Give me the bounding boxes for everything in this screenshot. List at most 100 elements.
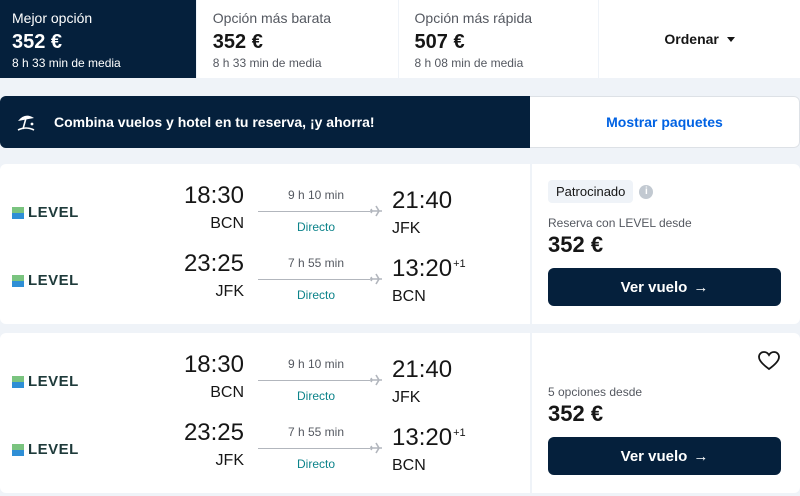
leg-stops: Directo: [296, 457, 335, 471]
tab-best[interactable]: Mejor opción 352 € 8 h 33 min de media: [0, 0, 196, 78]
banner-message: Combina vuelos y hotel en tu reserva, ¡y…: [0, 96, 530, 148]
arrival-airport: BCN: [392, 457, 426, 474]
arrow-right-icon: →: [693, 447, 709, 465]
tab-cheapest[interactable]: Opción más barata 352 € 8 h 33 min de me…: [196, 0, 398, 78]
sponsored-badge: Patrocinado i: [548, 180, 654, 203]
return-leg: LEVEL 23:25 JFK 7 h 55 min Directo 13:20…: [0, 250, 530, 310]
next-day-indicator: +1: [453, 427, 466, 439]
level-logo-icon: [12, 375, 24, 388]
airline: LEVEL: [12, 272, 79, 289]
tab-cheapest-duration: 8 h 33 min de media: [212, 56, 322, 70]
show-packages-link[interactable]: Mostrar paquetes: [606, 114, 723, 130]
tab-fastest-price: 507 €: [414, 31, 465, 53]
departure: 18:30 BCN: [170, 351, 244, 403]
airline: LEVEL: [12, 204, 79, 221]
tab-fastest-duration: 8 h 08 min de media: [414, 56, 524, 70]
departure-time: 18:30: [183, 182, 244, 209]
return-leg: LEVEL 23:25 JFK 7 h 55 min Directo 13:20…: [0, 419, 530, 479]
price-panel: 5 opciones desde 352 € Ver vuelo →: [532, 333, 800, 493]
route-line: [258, 279, 370, 280]
itinerary[interactable]: LEVEL 18:30 BCN 9 h 10 min Directo 21:40…: [0, 164, 530, 324]
departure-time: 23:25: [183, 250, 244, 277]
airline-name: LEVEL: [28, 373, 79, 390]
view-flight-label: Ver vuelo: [620, 447, 688, 465]
price-caption: 5 opciones desde: [548, 385, 643, 399]
departure-airport: JFK: [215, 452, 244, 469]
route-line: [258, 211, 370, 212]
tab-cheapest-price: 352 €: [212, 31, 263, 53]
view-flight-label: Ver vuelo: [620, 278, 688, 296]
arrival: 13:20+1 BCN: [392, 250, 482, 307]
beach-umbrella-icon: [14, 110, 38, 134]
departure-airport: BCN: [210, 384, 244, 401]
tab-best-duration: 8 h 33 min de media: [12, 56, 121, 70]
arrival-time: 21:40: [392, 187, 453, 214]
price-panel: Patrocinado i Reserva con LEVEL desde 35…: [532, 164, 800, 324]
plane-icon: [370, 272, 382, 285]
result-card[interactable]: LEVEL 18:30 BCN 9 h 10 min Directo 21:40…: [0, 333, 800, 493]
leg-route: 9 h 10 min Directo: [258, 351, 382, 411]
plane-icon: [370, 204, 382, 217]
sponsored-label: Patrocinado: [548, 180, 634, 203]
plane-icon: [370, 373, 382, 386]
tab-fastest-label: Opción más rápida: [414, 10, 533, 26]
caret-down-icon: [726, 36, 735, 42]
leg-route: 7 h 55 min Directo: [258, 419, 382, 479]
route-line: [258, 448, 370, 449]
arrival: 21:40 JFK: [392, 182, 482, 239]
route-line: [258, 380, 370, 381]
price: 352 €: [548, 401, 604, 426]
tab-best-label: Mejor opción: [12, 10, 93, 26]
departure: 18:30 BCN: [170, 182, 244, 234]
tab-fastest[interactable]: Opción más rápida 507 € 8 h 08 min de me…: [398, 0, 599, 78]
info-icon[interactable]: i: [639, 184, 654, 199]
arrival: 13:20+1 BCN: [392, 419, 482, 476]
tab-best-price: 352 €: [12, 31, 63, 53]
airline: LEVEL: [12, 441, 79, 458]
level-logo-icon: [12, 274, 24, 287]
tab-cheapest-label: Opción más barata: [212, 10, 332, 26]
plane-icon: [370, 441, 382, 454]
leg-duration: 9 h 10 min: [287, 188, 345, 202]
leg-route: 7 h 55 min Directo: [258, 250, 382, 310]
next-day-indicator: +1: [453, 258, 466, 270]
leg-stops: Directo: [296, 288, 335, 302]
airline-name: LEVEL: [28, 272, 79, 289]
arrival-airport: JFK: [392, 220, 421, 237]
sort-dropdown[interactable]: Ordenar: [599, 0, 800, 78]
departure-airport: BCN: [210, 215, 244, 232]
itinerary[interactable]: LEVEL 18:30 BCN 9 h 10 min Directo 21:40…: [0, 333, 530, 493]
price: 352 €: [548, 232, 604, 257]
show-packages-area: Mostrar paquetes: [530, 96, 800, 148]
outbound-leg: LEVEL 18:30 BCN 9 h 10 min Directo 21:40…: [0, 182, 530, 242]
arrival-airport: BCN: [392, 288, 426, 305]
view-flight-button[interactable]: Ver vuelo →: [548, 437, 781, 475]
sort-tabs: Mejor opción 352 € 8 h 33 min de media O…: [0, 0, 800, 78]
leg-duration: 7 h 55 min: [287, 256, 345, 270]
arrival-time: 13:20+1: [392, 424, 466, 451]
price-caption: Reserva con LEVEL desde: [548, 216, 692, 230]
outbound-leg: LEVEL 18:30 BCN 9 h 10 min Directo 21:40…: [0, 351, 530, 411]
level-logo-icon: [12, 206, 24, 219]
view-flight-button[interactable]: Ver vuelo →: [548, 268, 781, 306]
banner-text: Combina vuelos y hotel en tu reserva, ¡y…: [54, 114, 375, 130]
leg-stops: Directo: [296, 220, 335, 234]
packages-banner: Combina vuelos y hotel en tu reserva, ¡y…: [0, 96, 800, 148]
airline: LEVEL: [12, 373, 79, 390]
arrival-airport: JFK: [392, 389, 421, 406]
leg-route: 9 h 10 min Directo: [258, 182, 382, 242]
airline-name: LEVEL: [28, 441, 79, 458]
departure: 23:25 JFK: [170, 419, 244, 471]
result-card[interactable]: LEVEL 18:30 BCN 9 h 10 min Directo 21:40…: [0, 164, 800, 324]
level-logo-icon: [12, 443, 24, 456]
leg-duration: 7 h 55 min: [287, 425, 345, 439]
leg-stops: Directo: [296, 389, 335, 403]
arrow-right-icon: →: [693, 278, 709, 296]
arrival: 21:40 JFK: [392, 351, 482, 408]
sort-dropdown-label: Ordenar: [664, 31, 719, 47]
arrival-time: 21:40: [392, 356, 453, 383]
leg-duration: 9 h 10 min: [287, 357, 345, 371]
departure-airport: JFK: [215, 283, 244, 300]
arrival-time: 13:20+1: [392, 255, 466, 282]
heart-icon[interactable]: [758, 351, 780, 371]
